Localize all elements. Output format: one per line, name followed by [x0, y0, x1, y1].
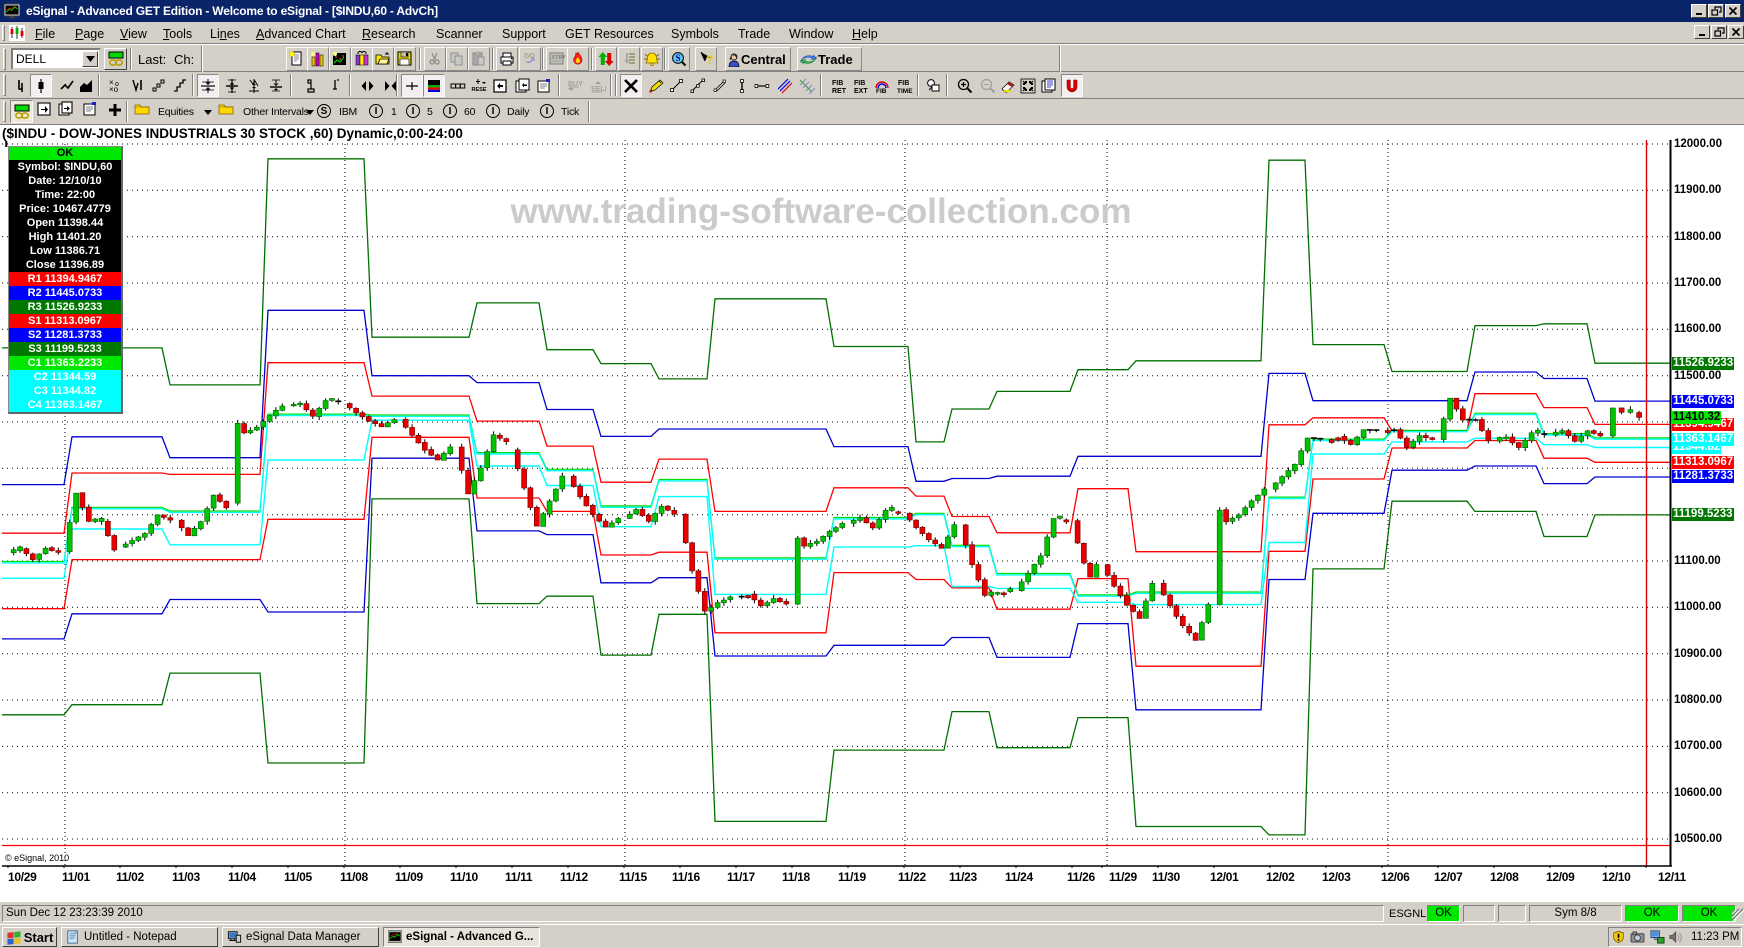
- svg-text:RET: RET: [832, 88, 847, 94]
- svg-text:EXT: EXT: [854, 88, 868, 94]
- svg-text:RESET: RESET: [472, 87, 488, 93]
- svg-text:FIB: FIB: [832, 80, 843, 87]
- svg-text:XTRA: XTRA: [552, 55, 566, 61]
- svg-text:FIB: FIB: [898, 80, 909, 87]
- svg-text:?: ?: [706, 53, 713, 67]
- svg-text:FIB: FIB: [854, 80, 865, 87]
- svg-text:© eSignal, 2010: © eSignal, 2010: [5, 853, 69, 863]
- svg-text:FIB: FIB: [876, 88, 887, 94]
- svg-text:S: S: [676, 53, 681, 63]
- svg-text:TIME: TIME: [897, 88, 913, 94]
- svg-text:www.trading-software-collectio: www.trading-software-collection.com: [510, 192, 1132, 231]
- svg-text:×o: ×o: [109, 85, 119, 94]
